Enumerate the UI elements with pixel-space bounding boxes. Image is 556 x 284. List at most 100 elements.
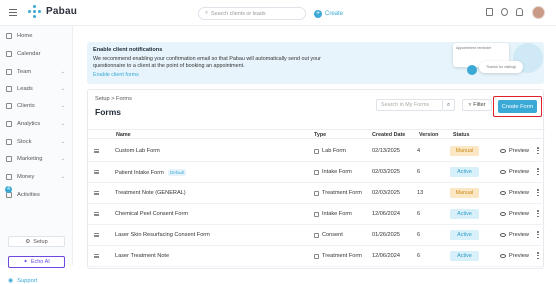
support-label: Support — [17, 278, 38, 284]
create-form-button[interactable]: Create Form — [498, 100, 537, 113]
marketing-icon — [6, 156, 12, 162]
form-name-cell[interactable]: Laser Skin Resurfacing Consent Form — [115, 232, 210, 238]
preview-button[interactable]: Preview — [500, 148, 529, 154]
status-badge[interactable]: Active — [450, 230, 479, 240]
form-name-cell[interactable]: Custom Lab Form — [115, 148, 160, 154]
filter-button[interactable]: ▿ Filter — [462, 99, 492, 111]
drag-handle-icon[interactable] — [94, 212, 99, 216]
form-type-cell: Treatment Form — [314, 253, 362, 259]
table-row[interactable]: Custom Lab Form Lab Form 02/13/2025 4 Manual… — [88, 141, 545, 162]
global-search-placeholder: Search clients or leads — [211, 10, 266, 17]
created-date: 12/06/2024 — [372, 253, 400, 259]
global-search-input[interactable]: ⌕ Search clients or leads — [198, 7, 306, 20]
drag-handle-icon[interactable] — [94, 233, 99, 237]
bell-icon[interactable] — [516, 8, 523, 16]
enable-client-forms-link[interactable]: Enable client forms — [93, 72, 139, 78]
more-options-icon[interactable] — [537, 189, 539, 196]
form-name-cell[interactable]: Laser Treatment Note — [115, 253, 169, 259]
more-options-icon[interactable] — [537, 231, 539, 238]
status-badge[interactable]: Active — [450, 209, 479, 219]
header-created[interactable]: Created Date — [372, 132, 405, 138]
drag-handle-icon[interactable] — [94, 254, 99, 258]
form-type: Intake Form — [322, 169, 352, 175]
create-button[interactable]: + Create — [314, 7, 343, 20]
search-icon: ⌕ — [446, 101, 451, 108]
calendar-icon[interactable] — [486, 8, 493, 16]
form-name-cell[interactable]: Treatment Note (GENERAL) — [115, 190, 186, 196]
sidebar-item-analytics[interactable]: Analytics ⌄ — [0, 118, 73, 130]
form-name-cell[interactable]: Chemical Peel Consent Form — [115, 211, 188, 217]
more-options-icon[interactable] — [537, 147, 539, 154]
version: 6 — [417, 253, 421, 259]
breadcrumb-setup[interactable]: Setup — [95, 96, 110, 102]
drag-handle-icon[interactable] — [94, 170, 99, 174]
preview-button[interactable]: Preview — [500, 211, 529, 217]
table-row[interactable]: Laser Skin Resurfacing Consent Form Conse… — [88, 225, 545, 246]
header-type[interactable]: Type — [314, 132, 326, 138]
sidebar: Home Calendar Team ⌄ Leads ⌄ Clients ⌄ Anal… — [0, 26, 73, 284]
form-name: Patient Intake Form — [115, 169, 164, 176]
status-badge[interactable]: Manual — [450, 188, 479, 198]
header-name[interactable]: Name — [116, 132, 131, 138]
status-badge[interactable]: Active — [450, 251, 479, 261]
app-logo[interactable]: Pabau — [28, 5, 77, 18]
form-type: Lab Form — [322, 148, 346, 154]
sidebar-item-clients[interactable]: Clients ⌄ — [0, 100, 73, 112]
sidebar-item-label: Leads — [17, 86, 33, 92]
table-row[interactable]: Treatment Note (GENERAL) Treatment Form 02… — [88, 183, 545, 204]
form-type-icon — [314, 148, 319, 154]
version: 4 — [417, 148, 421, 154]
preview-button[interactable]: Preview — [500, 232, 529, 238]
sidebar-item-calendar[interactable]: Calendar — [0, 48, 73, 60]
default-badge: Default — [167, 169, 187, 176]
support-link[interactable]: ◉ Support — [8, 278, 37, 284]
sidebar-item-activities[interactable]: 4 Activities — [0, 186, 73, 201]
thanks-card-text: Thanks for visiting! — [486, 65, 516, 69]
sidebar-item-team[interactable]: Team ⌄ — [0, 66, 73, 78]
created-date: 12/06/2024 — [372, 211, 400, 217]
sidebar-item-money[interactable]: Money ⌄ — [0, 171, 73, 183]
search-button[interactable]: ⌕ — [443, 99, 455, 111]
header-version[interactable]: Version — [419, 132, 438, 138]
setup-button[interactable]: ⚙ Setup — [8, 236, 65, 247]
table-row[interactable]: Laser Treatment Note Treatment Form 12/06/… — [88, 246, 545, 267]
menu-icon[interactable] — [9, 9, 17, 16]
preview-label: Preview — [509, 253, 529, 259]
banner-title: Enable client notifications — [93, 47, 163, 53]
clients-icon — [6, 103, 12, 109]
sidebar-item-marketing[interactable]: Marketing ⌄ — [0, 153, 73, 165]
echo-ai-label: Echo AI — [30, 259, 50, 265]
preview-button[interactable]: Preview — [500, 190, 529, 196]
breadcrumb-forms: Forms — [116, 96, 132, 102]
sidebar-item-label: Marketing — [17, 156, 43, 162]
preview-button[interactable]: Preview — [500, 169, 529, 175]
form-name-cell[interactable]: Patient Intake Form Default — [115, 169, 187, 176]
clock-icon[interactable] — [501, 8, 508, 16]
version: 6 — [417, 211, 421, 217]
drag-handle-icon[interactable] — [94, 149, 99, 153]
form-type: Treatment Form — [322, 253, 362, 259]
header-status[interactable]: Status — [453, 132, 469, 138]
create-form-label: Create Form — [501, 103, 534, 110]
preview-button[interactable]: Preview — [500, 253, 529, 259]
eye-icon — [500, 212, 506, 216]
echo-ai-button[interactable]: ✦ Echo AI — [8, 256, 65, 268]
form-type: Treatment Form — [322, 190, 362, 196]
activities-count-badge: 4 — [5, 186, 12, 193]
more-options-icon[interactable] — [537, 168, 539, 175]
sidebar-item-leads[interactable]: Leads ⌄ — [0, 83, 73, 95]
status-badge[interactable]: Active — [450, 167, 479, 177]
sidebar-item-label: Analytics — [17, 121, 41, 127]
sidebar-item-stock[interactable]: Stock ⌄ — [0, 136, 73, 148]
table-row[interactable]: Chemical Peel Consent Form Intake Form 12/… — [88, 204, 545, 225]
forms-search-input[interactable]: Search in My Forms — [376, 99, 443, 111]
user-avatar[interactable] — [532, 6, 545, 19]
form-type: Intake Form — [322, 211, 352, 217]
more-options-icon[interactable] — [537, 252, 539, 259]
more-options-icon[interactable] — [537, 210, 539, 217]
table-row[interactable]: Patient Intake Form Default Intake Form 02/… — [88, 162, 545, 183]
analytics-icon — [6, 121, 12, 127]
sidebar-item-home[interactable]: Home — [0, 30, 73, 42]
drag-handle-icon[interactable] — [94, 191, 99, 195]
status-badge[interactable]: Manual — [450, 146, 479, 156]
